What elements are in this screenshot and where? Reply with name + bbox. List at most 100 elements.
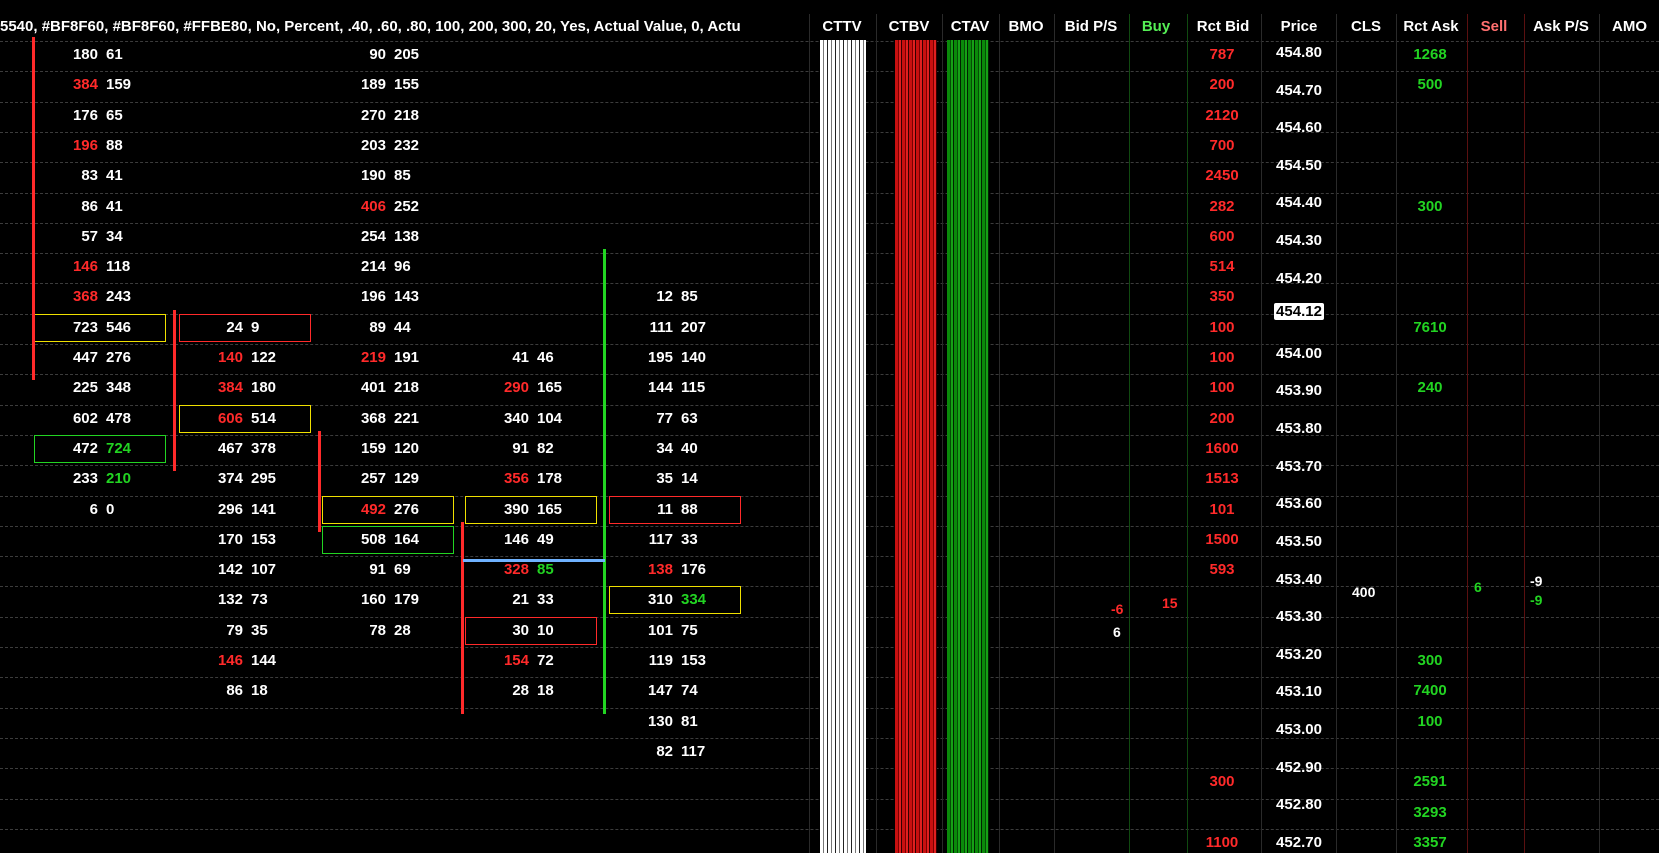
bid-volume[interactable]: 254: [322, 224, 386, 250]
bid-volume[interactable]: 111: [609, 315, 673, 341]
bid-volume[interactable]: 290: [465, 375, 529, 401]
bid-volume[interactable]: 28: [465, 678, 529, 704]
ask-volume[interactable]: 191: [394, 345, 434, 371]
ask-volume[interactable]: 232: [394, 133, 434, 159]
recent-bid-size[interactable]: 2450: [1190, 163, 1254, 189]
bid-volume[interactable]: 195: [609, 345, 673, 371]
ask-volume[interactable]: 61: [106, 42, 146, 68]
ask-volume[interactable]: 107: [251, 557, 291, 583]
ask-volume[interactable]: 155: [394, 72, 434, 98]
column-header-ask_ps[interactable]: Ask P/S: [1525, 14, 1597, 40]
ask-volume[interactable]: 28: [394, 618, 434, 644]
ask-volume[interactable]: 129: [394, 466, 434, 492]
recent-bid-size[interactable]: 300: [1190, 769, 1254, 795]
bid-volume[interactable]: 140: [179, 345, 243, 371]
ask-volume[interactable]: 104: [537, 406, 577, 432]
price-level[interactable]: 453.60: [1262, 491, 1336, 517]
ask-volume[interactable]: 85: [394, 163, 434, 189]
price-level[interactable]: 452.80: [1262, 792, 1336, 818]
recent-bid-size[interactable]: 282: [1190, 194, 1254, 220]
ask-ps-top[interactable]: -9: [1530, 571, 1542, 591]
bid-volume[interactable]: 146: [465, 527, 529, 553]
ask-volume[interactable]: 33: [537, 587, 577, 613]
bid-volume[interactable]: 91: [322, 557, 386, 583]
ask-volume[interactable]: 115: [681, 375, 721, 401]
price-level[interactable]: 454.80: [1262, 40, 1336, 66]
ask-volume[interactable]: 141: [251, 497, 291, 523]
ask-volume[interactable]: 65: [106, 103, 146, 129]
bid-ps-bottom[interactable]: 6: [1113, 622, 1121, 642]
bid-volume[interactable]: 83: [34, 163, 98, 189]
ask-volume[interactable]: 165: [537, 497, 577, 523]
price-level[interactable]: 454.60: [1262, 115, 1336, 141]
sell-value[interactable]: 6: [1474, 577, 1482, 597]
column-header-bmo[interactable]: BMO: [1000, 14, 1052, 40]
bid-volume[interactable]: 270: [322, 103, 386, 129]
ask-volume[interactable]: 378: [251, 436, 291, 462]
ask-volume[interactable]: 546: [106, 315, 146, 341]
bid-volume[interactable]: 384: [34, 72, 98, 98]
ask-volume[interactable]: 18: [537, 678, 577, 704]
price-level[interactable]: 454.70: [1262, 78, 1336, 104]
column-header-cls[interactable]: CLS: [1337, 14, 1395, 40]
ask-volume[interactable]: 88: [106, 133, 146, 159]
bid-volume[interactable]: 196: [34, 133, 98, 159]
bid-volume[interactable]: 159: [322, 436, 386, 462]
price-level[interactable]: 453.40: [1262, 567, 1336, 593]
bid-volume[interactable]: 225: [34, 375, 98, 401]
bid-volume[interactable]: 723: [34, 315, 98, 341]
ask-volume[interactable]: 276: [106, 345, 146, 371]
ask-volume[interactable]: 153: [681, 648, 721, 674]
ask-volume[interactable]: 210: [106, 466, 146, 492]
bid-volume[interactable]: 492: [322, 497, 386, 523]
recent-bid-size[interactable]: 600: [1190, 224, 1254, 250]
chart-window[interactable]: 5540, #BF8F60, #BF8F60, #FFBE80, No, Per…: [0, 0, 1659, 853]
ask-volume[interactable]: 243: [106, 284, 146, 310]
ask-volume[interactable]: 122: [251, 345, 291, 371]
ask-volume[interactable]: 35: [251, 618, 291, 644]
bid-volume[interactable]: 508: [322, 527, 386, 553]
ask-volume[interactable]: 120: [394, 436, 434, 462]
ask-volume[interactable]: 218: [394, 375, 434, 401]
recent-ask-size[interactable]: 100: [1398, 709, 1462, 735]
bid-volume[interactable]: 89: [322, 315, 386, 341]
ask-volume[interactable]: 73: [251, 587, 291, 613]
bid-volume[interactable]: 606: [179, 406, 243, 432]
recent-bid-size[interactable]: 200: [1190, 406, 1254, 432]
recent-bid-size[interactable]: 700: [1190, 133, 1254, 159]
bid-volume[interactable]: 257: [322, 466, 386, 492]
bid-volume[interactable]: 6: [34, 497, 98, 523]
ask-volume[interactable]: 478: [106, 406, 146, 432]
column-header-buy[interactable]: Buy: [1130, 14, 1182, 40]
ask-volume[interactable]: 0: [106, 497, 146, 523]
price-level[interactable]: 453.70: [1262, 454, 1336, 480]
ask-volume[interactable]: 72: [537, 648, 577, 674]
recent-bid-size[interactable]: 100: [1190, 315, 1254, 341]
ask-volume[interactable]: 334: [681, 587, 721, 613]
bid-volume[interactable]: 233: [34, 466, 98, 492]
bid-volume[interactable]: 91: [465, 436, 529, 462]
ask-volume[interactable]: 153: [251, 527, 291, 553]
bid-volume[interactable]: 142: [179, 557, 243, 583]
price-level[interactable]: 454.20: [1262, 266, 1336, 292]
column-header-rct_bid[interactable]: Rct Bid: [1188, 14, 1258, 40]
bid-volume[interactable]: 340: [465, 406, 529, 432]
bid-volume[interactable]: 11: [609, 497, 673, 523]
ask-volume[interactable]: 207: [681, 315, 721, 341]
bid-volume[interactable]: 41: [465, 345, 529, 371]
ask-volume[interactable]: 63: [681, 406, 721, 432]
recent-bid-size[interactable]: 593: [1190, 557, 1254, 583]
recent-ask-size[interactable]: 240: [1398, 375, 1462, 401]
price-level[interactable]: 452.70: [1262, 830, 1336, 853]
bid-volume[interactable]: 368: [34, 284, 98, 310]
recent-ask-size[interactable]: 2591: [1398, 769, 1462, 795]
bid-volume[interactable]: 154: [465, 648, 529, 674]
current-price-marker[interactable]: 454.12: [1262, 299, 1336, 325]
recent-ask-size[interactable]: 300: [1398, 648, 1462, 674]
bid-volume[interactable]: 12: [609, 284, 673, 310]
column-header-ctav[interactable]: CTAV: [943, 14, 997, 40]
bid-volume[interactable]: 214: [322, 254, 386, 280]
bid-volume[interactable]: 190: [322, 163, 386, 189]
bid-volume[interactable]: 86: [34, 194, 98, 220]
recent-ask-size[interactable]: 3357: [1398, 830, 1462, 853]
